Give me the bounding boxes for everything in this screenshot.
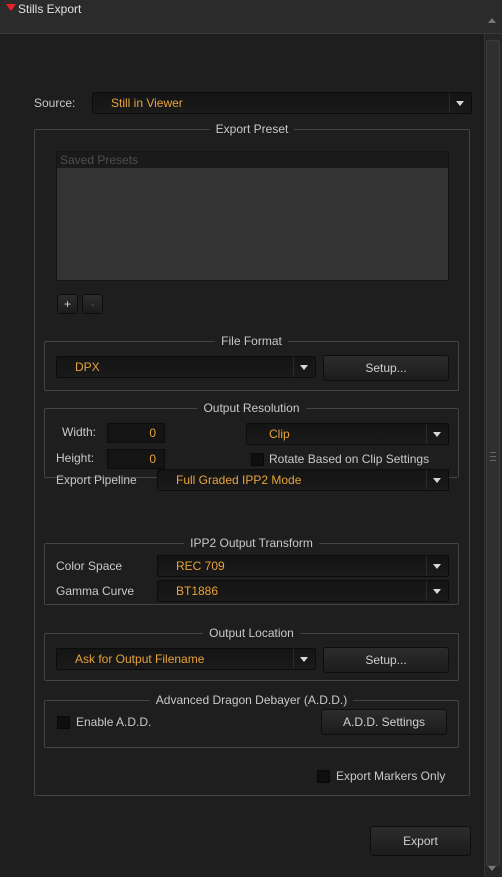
scroll-down-arrow-icon[interactable] [488,866,496,871]
width-field[interactable]: 0 [107,423,165,443]
output-location-value: Ask for Output Filename [75,652,205,666]
collapse-triangle-icon[interactable] [6,4,16,11]
grip-icon [488,449,498,479]
add-preset-button[interactable]: + [57,294,78,314]
width-label: Width: [62,425,97,439]
export-pipeline-dropdown[interactable]: Full Graded IPP2 Mode [157,469,449,491]
output-location-legend: Output Location [203,626,300,640]
gamma-curve-value: BT1886 [176,584,219,598]
file-format-legend: File Format [215,334,288,348]
export-pipeline-value: Full Graded IPP2 Mode [176,473,302,487]
gamma-curve-label: Gamma Curve [56,584,135,598]
export-pipeline-label: Export Pipeline [56,473,137,487]
saved-presets-header: Saved Presets [57,152,448,168]
color-space-dropdown[interactable]: REC 709 [157,555,449,577]
export-markers-only-label: Export Markers Only [336,769,446,783]
color-space-value: REC 709 [176,559,225,573]
add-settings-button[interactable]: A.D.D. Settings [321,709,447,735]
rotate-label: Rotate Based on Clip Settings [269,452,430,466]
chevron-down-icon [433,564,441,569]
output-resolution-legend: Output Resolution [197,401,306,415]
height-field[interactable]: 0 [107,449,165,469]
source-label: Source: [34,96,76,110]
saved-presets-list[interactable]: Saved Presets [56,151,449,281]
file-format-dropdown[interactable]: DPX [56,356,316,378]
output-location-dropdown[interactable]: Ask for Output Filename [56,648,316,670]
chevron-down-icon [300,365,308,370]
output-location-setup-button[interactable]: Setup... [323,647,449,673]
height-label: Height: [56,451,95,465]
source-value: Still in Viewer [111,96,183,110]
chevron-down-icon [433,589,441,594]
export-preset-legend: Export Preset [209,122,295,136]
enable-add-label: Enable A.D.D. [76,715,152,729]
source-dropdown[interactable]: Still in Viewer [92,92,472,114]
scroll-up-arrow-icon[interactable] [488,18,496,23]
enable-add-checkbox[interactable] [57,716,70,729]
chevron-down-icon [300,657,308,662]
file-format-value: DPX [75,360,100,374]
resolution-mode-dropdown[interactable]: Clip [246,423,449,445]
panel-title: Stills Export [18,2,82,16]
remove-preset-button[interactable]: - [82,294,103,314]
ipp2-legend: IPP2 Output Transform [184,536,319,550]
chevron-down-icon [456,101,464,106]
file-format-setup-button[interactable]: Setup... [323,355,449,381]
gamma-curve-dropdown[interactable]: BT1886 [157,580,449,602]
chevron-down-icon [433,432,441,437]
color-space-label: Color Space [56,559,123,573]
export-button[interactable]: Export [370,826,471,856]
chevron-down-icon [433,478,441,483]
export-markers-only-checkbox[interactable] [317,770,330,783]
resolution-mode-value: Clip [269,427,290,441]
rotate-checkbox[interactable] [251,453,264,466]
add-legend: Advanced Dragon Debayer (A.D.D.) [149,693,354,707]
